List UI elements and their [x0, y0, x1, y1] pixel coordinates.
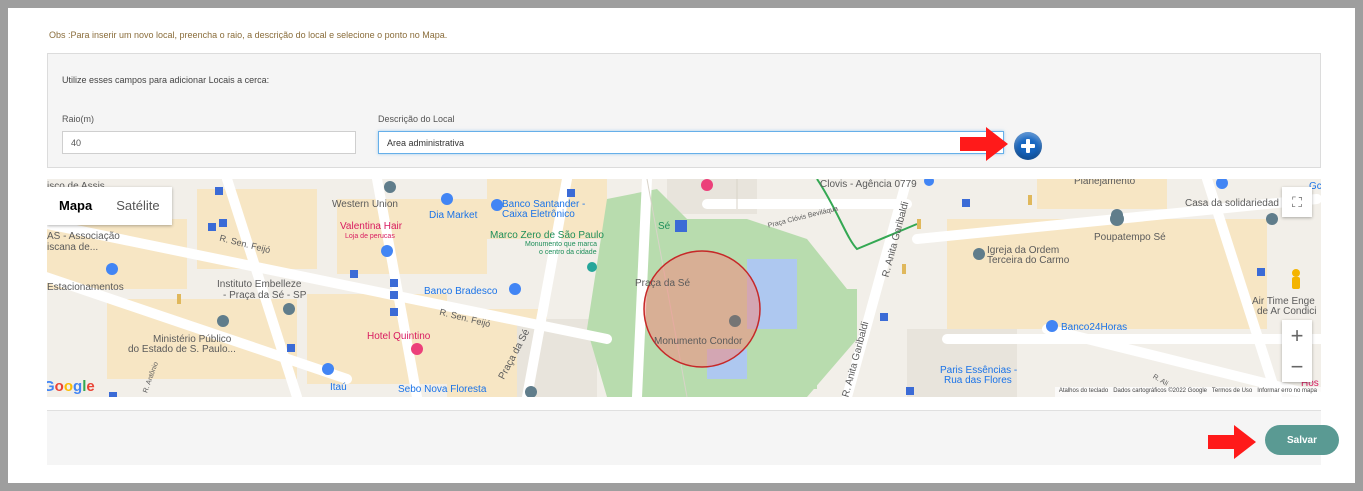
instructions-note: Obs :Para inserir um novo local, preench…	[49, 30, 448, 40]
save-button[interactable]: Salvar	[1265, 425, 1339, 455]
map-label: Poupatempo Sé	[1094, 232, 1166, 243]
fullscreen-icon[interactable]: ⛶	[1282, 187, 1312, 217]
map-label: - Praça da Sé - SP	[223, 290, 307, 301]
map-label: Dia Market	[429, 210, 478, 221]
map-label: Banco Bradesco	[424, 286, 498, 297]
map-label: Monumento que marca	[525, 241, 597, 248]
map-label: Planejamento	[1074, 179, 1136, 187]
map-label: Itaú	[330, 382, 347, 393]
descricao-input[interactable]: Area administrativa	[378, 131, 1004, 154]
map-label: iscana de...	[47, 242, 99, 253]
zoom-in-button[interactable]: +	[1282, 320, 1312, 351]
map-label: Rua das Flores	[944, 375, 1012, 386]
map-view[interactable]: isco de Assis AS - Associação iscana de.…	[47, 179, 1321, 397]
keyboard-shortcuts-link[interactable]: Atalhos do teclado	[1059, 388, 1108, 394]
map-label: de Ar Condici	[1257, 306, 1317, 317]
map-type-map-button[interactable]: Mapa	[47, 187, 104, 225]
map-label: Instituto Embelleze	[217, 279, 302, 290]
pointer-arrow-icon	[960, 127, 1008, 161]
panel-title: Utilize esses campos para adicionar Loca…	[62, 75, 270, 85]
map-label: Sé	[658, 221, 671, 232]
map-label: Monumento Condor	[654, 336, 743, 347]
map-label: Hotel Quintino	[367, 331, 431, 342]
add-location-panel: Utilize esses campos para adicionar Loca…	[47, 53, 1321, 168]
map-label: o centro da cidade	[539, 249, 597, 256]
pointer-arrow-icon	[1208, 425, 1256, 459]
map-data-text: Dados cartográficos ©2022 Google	[1113, 388, 1208, 394]
map-label: Valentina Hair	[340, 221, 403, 232]
map-attribution: Atalhos do teclado Dados cartográficos ©…	[1054, 387, 1321, 397]
map-type-satellite-button[interactable]: Satélite	[104, 187, 171, 225]
map-label: Loja de perucas	[345, 233, 395, 240]
raio-input[interactable]: 40	[62, 131, 356, 154]
map-label: Estacionamentos	[47, 282, 124, 293]
map-label: Casa da solidariedad	[1185, 198, 1279, 209]
zoom-out-button[interactable]: −	[1282, 351, 1312, 382]
report-error-link[interactable]: Informar erro no mapa	[1257, 388, 1317, 394]
map-label: Marco Zero de São Paulo	[490, 230, 604, 241]
form-footer	[47, 410, 1321, 465]
map-label: Sebo Nova Floresta	[398, 384, 487, 395]
map-label: Caixa Eletrônico	[502, 209, 575, 220]
descricao-label: Descrição do Local	[378, 114, 455, 124]
map-label: do Estado de S. Paulo...	[128, 344, 236, 355]
map-label: Clovis - Agência 0779	[820, 179, 917, 190]
map-label: Terceira do Carmo	[987, 255, 1070, 266]
map-label: Praça da Sé	[635, 278, 691, 289]
add-location-button[interactable]	[1014, 132, 1042, 160]
map-label: Banco24Horas	[1061, 322, 1128, 333]
map-type-control: Mapa Satélite	[47, 187, 172, 225]
raio-label: Raio(m)	[62, 114, 95, 124]
map-label: Western Union	[332, 199, 398, 210]
zoom-control: + −	[1282, 320, 1312, 382]
google-logo: Google	[47, 378, 95, 395]
terms-link[interactable]: Termos de Uso	[1212, 388, 1252, 394]
map-label: AS - Associação	[47, 231, 120, 242]
